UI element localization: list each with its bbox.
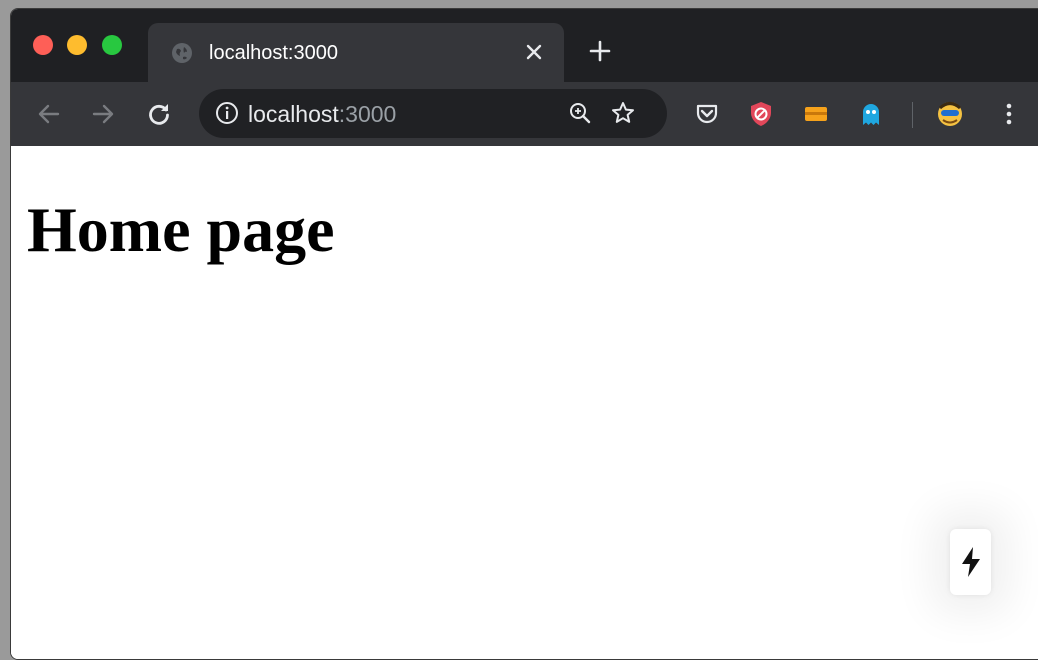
- pocket-icon[interactable]: [692, 99, 722, 129]
- url-port: :3000: [338, 101, 397, 127]
- browser-window: localhost:3000 localhost:3000 Home page: [10, 8, 1038, 660]
- url-text[interactable]: localhost:3000: [248, 101, 396, 127]
- back-arrow-icon[interactable]: [35, 100, 63, 128]
- lightning-button[interactable]: [950, 529, 991, 595]
- address-bar[interactable]: localhost:3000: [199, 89, 667, 138]
- tab-strip: localhost:3000: [11, 9, 1038, 82]
- star-icon[interactable]: [610, 100, 636, 126]
- ghostery-icon[interactable]: [856, 99, 886, 129]
- new-tab-plus-icon[interactable]: [588, 39, 612, 63]
- tab-localhost[interactable]: localhost:3000: [148, 23, 564, 82]
- page-content: Home page: [11, 146, 1038, 659]
- lightning-icon: [962, 547, 980, 577]
- avatar-extension-icon[interactable]: [935, 99, 965, 129]
- toolbar-separator: [912, 102, 913, 128]
- maximize-window-button[interactable]: [102, 35, 122, 55]
- tab-title: localhost:3000: [209, 42, 338, 64]
- page-title: Home page: [27, 194, 335, 265]
- shield-extension-icon[interactable]: [746, 99, 776, 129]
- forward-arrow-icon[interactable]: [89, 100, 117, 128]
- more-menu-icon[interactable]: [994, 99, 1024, 129]
- zoom-icon[interactable]: [568, 101, 592, 125]
- orange-extension-icon[interactable]: [801, 99, 831, 129]
- reload-icon[interactable]: [145, 100, 173, 128]
- browser-toolbar: localhost:3000: [11, 82, 1038, 146]
- info-icon[interactable]: [215, 101, 239, 125]
- globe-icon: [172, 43, 192, 63]
- close-tab-icon[interactable]: [522, 40, 546, 64]
- minimize-window-button[interactable]: [67, 35, 87, 55]
- close-window-button[interactable]: [33, 35, 53, 55]
- url-host: localhost: [248, 101, 339, 127]
